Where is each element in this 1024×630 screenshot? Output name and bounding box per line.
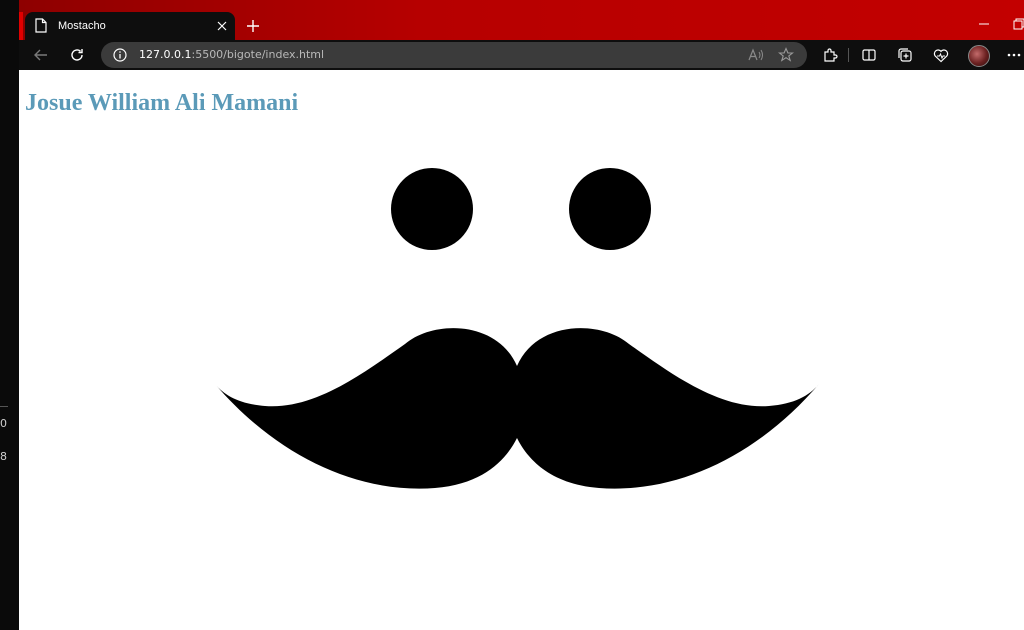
tab-strip-edge [19, 12, 23, 40]
collections-icon[interactable] [895, 45, 915, 65]
minimize-icon[interactable] [974, 14, 994, 34]
background-window-glyph: 0 [0, 417, 7, 430]
page-heading: Josue William Ali Mamani [25, 90, 299, 116]
refresh-icon[interactable] [67, 45, 87, 65]
more-options-icon[interactable] [1004, 45, 1024, 65]
browser-essentials-icon[interactable] [931, 45, 951, 65]
left-eye [391, 168, 473, 250]
close-tab-icon[interactable] [213, 17, 231, 35]
split-screen-icon[interactable] [859, 45, 879, 65]
tab-mostacho[interactable]: Mostacho [25, 12, 235, 40]
mustache [215, 328, 819, 489]
tab-title: Mostacho [58, 20, 106, 32]
favorite-star-icon[interactable] [777, 46, 795, 64]
new-tab-button[interactable] [243, 16, 263, 36]
url-text: 127.0.0.1:5500/bigote/index.html [139, 42, 324, 68]
page-icon [35, 18, 49, 34]
url-host: 127.0.0.1 [139, 48, 192, 61]
url-path: :5500/bigote/index.html [191, 48, 325, 61]
tab-strip: Mostacho [19, 0, 1024, 40]
background-window-glyph: 8 [0, 450, 7, 463]
address-bar[interactable]: 127.0.0.1:5500/bigote/index.html [101, 42, 807, 68]
site-info-icon[interactable] [113, 48, 127, 62]
read-aloud-icon[interactable] [747, 46, 765, 64]
background-window-divider [0, 406, 8, 407]
back-arrow-icon[interactable] [31, 45, 51, 65]
web-page: Josue William Ali Mamani [19, 70, 1024, 630]
restore-icon[interactable] [1009, 14, 1024, 34]
toolbar-divider [848, 48, 849, 62]
right-eye [569, 168, 651, 250]
background-window-strip: 0 8 [0, 0, 19, 630]
profile-avatar[interactable] [968, 45, 990, 67]
extensions-puzzle-icon[interactable] [820, 45, 840, 65]
browser-toolbar: 127.0.0.1:5500/bigote/index.html [19, 40, 1024, 70]
